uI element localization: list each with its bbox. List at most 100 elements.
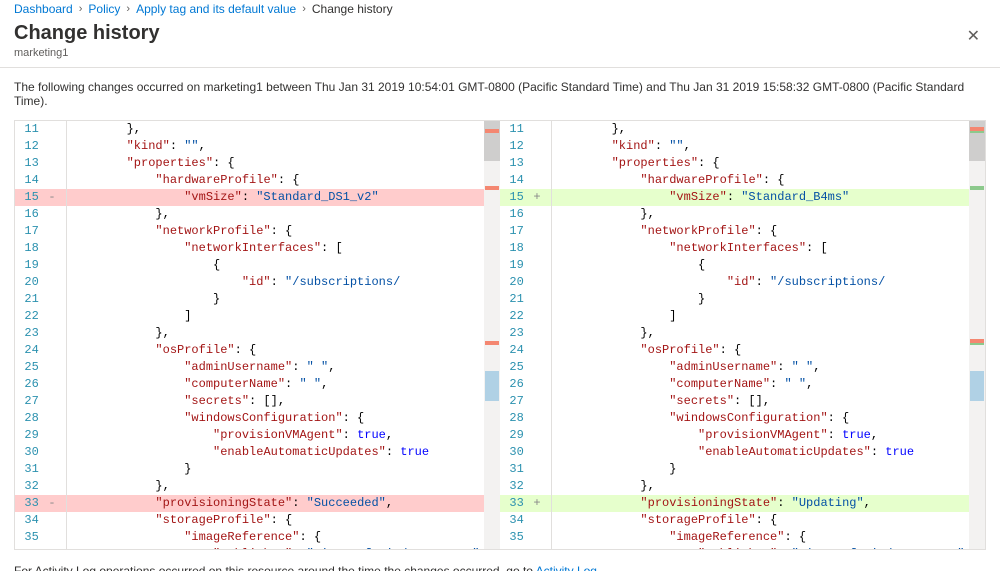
overview-ruler-right[interactable]	[969, 121, 985, 549]
code-line: "properties": {	[552, 155, 984, 172]
code-line: "provisioningState": "Succeeded",	[67, 495, 499, 512]
code-line: },	[67, 478, 499, 495]
line-number: 26	[15, 376, 66, 393]
code-line: {	[67, 257, 499, 274]
code-line: },	[67, 121, 499, 138]
line-number: 34	[15, 512, 66, 529]
code-line: "imageReference": {	[67, 529, 499, 546]
code-line: },	[67, 206, 499, 223]
code-left[interactable]: }, "kind": "", "properties": { "hardware…	[67, 121, 499, 549]
line-number: 16	[15, 206, 66, 223]
code-line: "networkProfile": {	[67, 223, 499, 240]
line-number: 25	[500, 359, 551, 376]
code-line: "enableAutomaticUpdates": true	[552, 444, 984, 461]
line-number: 20	[15, 274, 66, 291]
line-number: 32	[500, 478, 551, 495]
line-number: 32	[15, 478, 66, 495]
breadcrumb-item-dashboard[interactable]: Dashboard	[14, 2, 73, 16]
line-number: 33 -	[15, 495, 66, 512]
line-number: 15 +	[500, 189, 551, 206]
line-number: 23	[15, 325, 66, 342]
activity-log-link[interactable]: Activity Log	[536, 564, 597, 571]
overview-ruler-left[interactable]	[484, 121, 500, 549]
code-line: "hardwareProfile": {	[552, 172, 984, 189]
diff-pane-right[interactable]: 11 12 13 14 15 +16 17 18 19 20 21 22 23 …	[500, 121, 985, 549]
code-line: },	[552, 325, 984, 342]
line-number: 27	[500, 393, 551, 410]
code-line: "secrets": [],	[552, 393, 984, 410]
line-number: 35	[15, 529, 66, 546]
chevron-right-icon: ›	[302, 3, 306, 15]
code-line: }	[67, 461, 499, 478]
code-line: "windowsConfiguration": {	[552, 410, 984, 427]
code-line: ]	[67, 308, 499, 325]
breadcrumb-item-policy[interactable]: Policy	[88, 2, 120, 16]
line-number: 18	[15, 240, 66, 257]
code-line: "enableAutomaticUpdates": true	[67, 444, 499, 461]
code-line: "storageProfile": {	[67, 512, 499, 529]
code-line: }	[552, 461, 984, 478]
code-line: "adminUsername": " ",	[552, 359, 984, 376]
line-number: 24	[500, 342, 551, 359]
line-number: 34	[500, 512, 551, 529]
page-title: Change history	[14, 22, 160, 45]
line-number: 20	[500, 274, 551, 291]
code-line: "properties": {	[67, 155, 499, 172]
code-line: },	[552, 206, 984, 223]
code-line: "id": "/subscriptions/	[67, 274, 499, 291]
footer-note: For Activity Log operations occurred on …	[0, 550, 1000, 571]
code-line: "secrets": [],	[67, 393, 499, 410]
line-number: 31	[15, 461, 66, 478]
code-line: "networkProfile": {	[552, 223, 984, 240]
code-line: "networkInterfaces": [	[67, 240, 499, 257]
close-icon[interactable]: ✕	[961, 22, 986, 50]
code-line: },	[67, 325, 499, 342]
line-number: 22	[500, 308, 551, 325]
line-number: 14	[15, 172, 66, 189]
diff-pane-left[interactable]: 11 12 13 14 15 -16 17 18 19 20 21 22 23 …	[15, 121, 500, 549]
line-number: 19	[500, 257, 551, 274]
line-number: 25	[15, 359, 66, 376]
code-line: {	[552, 257, 984, 274]
code-line: "publisher": "MicrosoftWindowsServer",	[552, 546, 984, 549]
line-number: 12	[500, 138, 551, 155]
line-number: 28	[15, 410, 66, 427]
code-line: "networkInterfaces": [	[552, 240, 984, 257]
code-line: "computerName": " ",	[552, 376, 984, 393]
footer-text: For Activity Log operations occurred on …	[14, 564, 536, 571]
line-number: 19	[15, 257, 66, 274]
breadcrumb: Dashboard › Policy › Apply tag and its d…	[0, 0, 1000, 18]
code-line: "provisioningState": "Updating",	[552, 495, 984, 512]
code-right[interactable]: }, "kind": "", "properties": { "hardware…	[552, 121, 984, 549]
code-line: "windowsConfiguration": {	[67, 410, 499, 427]
change-description: The following changes occurred on market…	[0, 68, 1000, 120]
line-number: 11	[500, 121, 551, 138]
line-number: 29	[15, 427, 66, 444]
code-line: "provisionVMAgent": true,	[67, 427, 499, 444]
line-number: 21	[15, 291, 66, 308]
chevron-right-icon: ›	[79, 3, 83, 15]
code-line: "provisionVMAgent": true,	[552, 427, 984, 444]
line-number: 29	[500, 427, 551, 444]
line-number: 16	[500, 206, 551, 223]
diff-viewer: 11 12 13 14 15 -16 17 18 19 20 21 22 23 …	[14, 120, 986, 550]
line-number: 22	[15, 308, 66, 325]
line-number: 36	[15, 546, 66, 549]
line-number: 13	[15, 155, 66, 172]
line-number: 11	[15, 121, 66, 138]
line-number: 36	[500, 546, 551, 549]
line-gutter-left: 11 12 13 14 15 -16 17 18 19 20 21 22 23 …	[15, 121, 67, 549]
line-number: 17	[15, 223, 66, 240]
breadcrumb-item-change-history: Change history	[312, 2, 393, 16]
line-number: 18	[500, 240, 551, 257]
code-line: ]	[552, 308, 984, 325]
line-number: 27	[15, 393, 66, 410]
page-subtitle: marketing1	[14, 47, 160, 59]
breadcrumb-item-apply-tag[interactable]: Apply tag and its default value	[136, 2, 296, 16]
code-line: "kind": "",	[552, 138, 984, 155]
line-number: 26	[500, 376, 551, 393]
line-number: 24	[15, 342, 66, 359]
line-number: 31	[500, 461, 551, 478]
line-number: 35	[500, 529, 551, 546]
code-line: "imageReference": {	[552, 529, 984, 546]
